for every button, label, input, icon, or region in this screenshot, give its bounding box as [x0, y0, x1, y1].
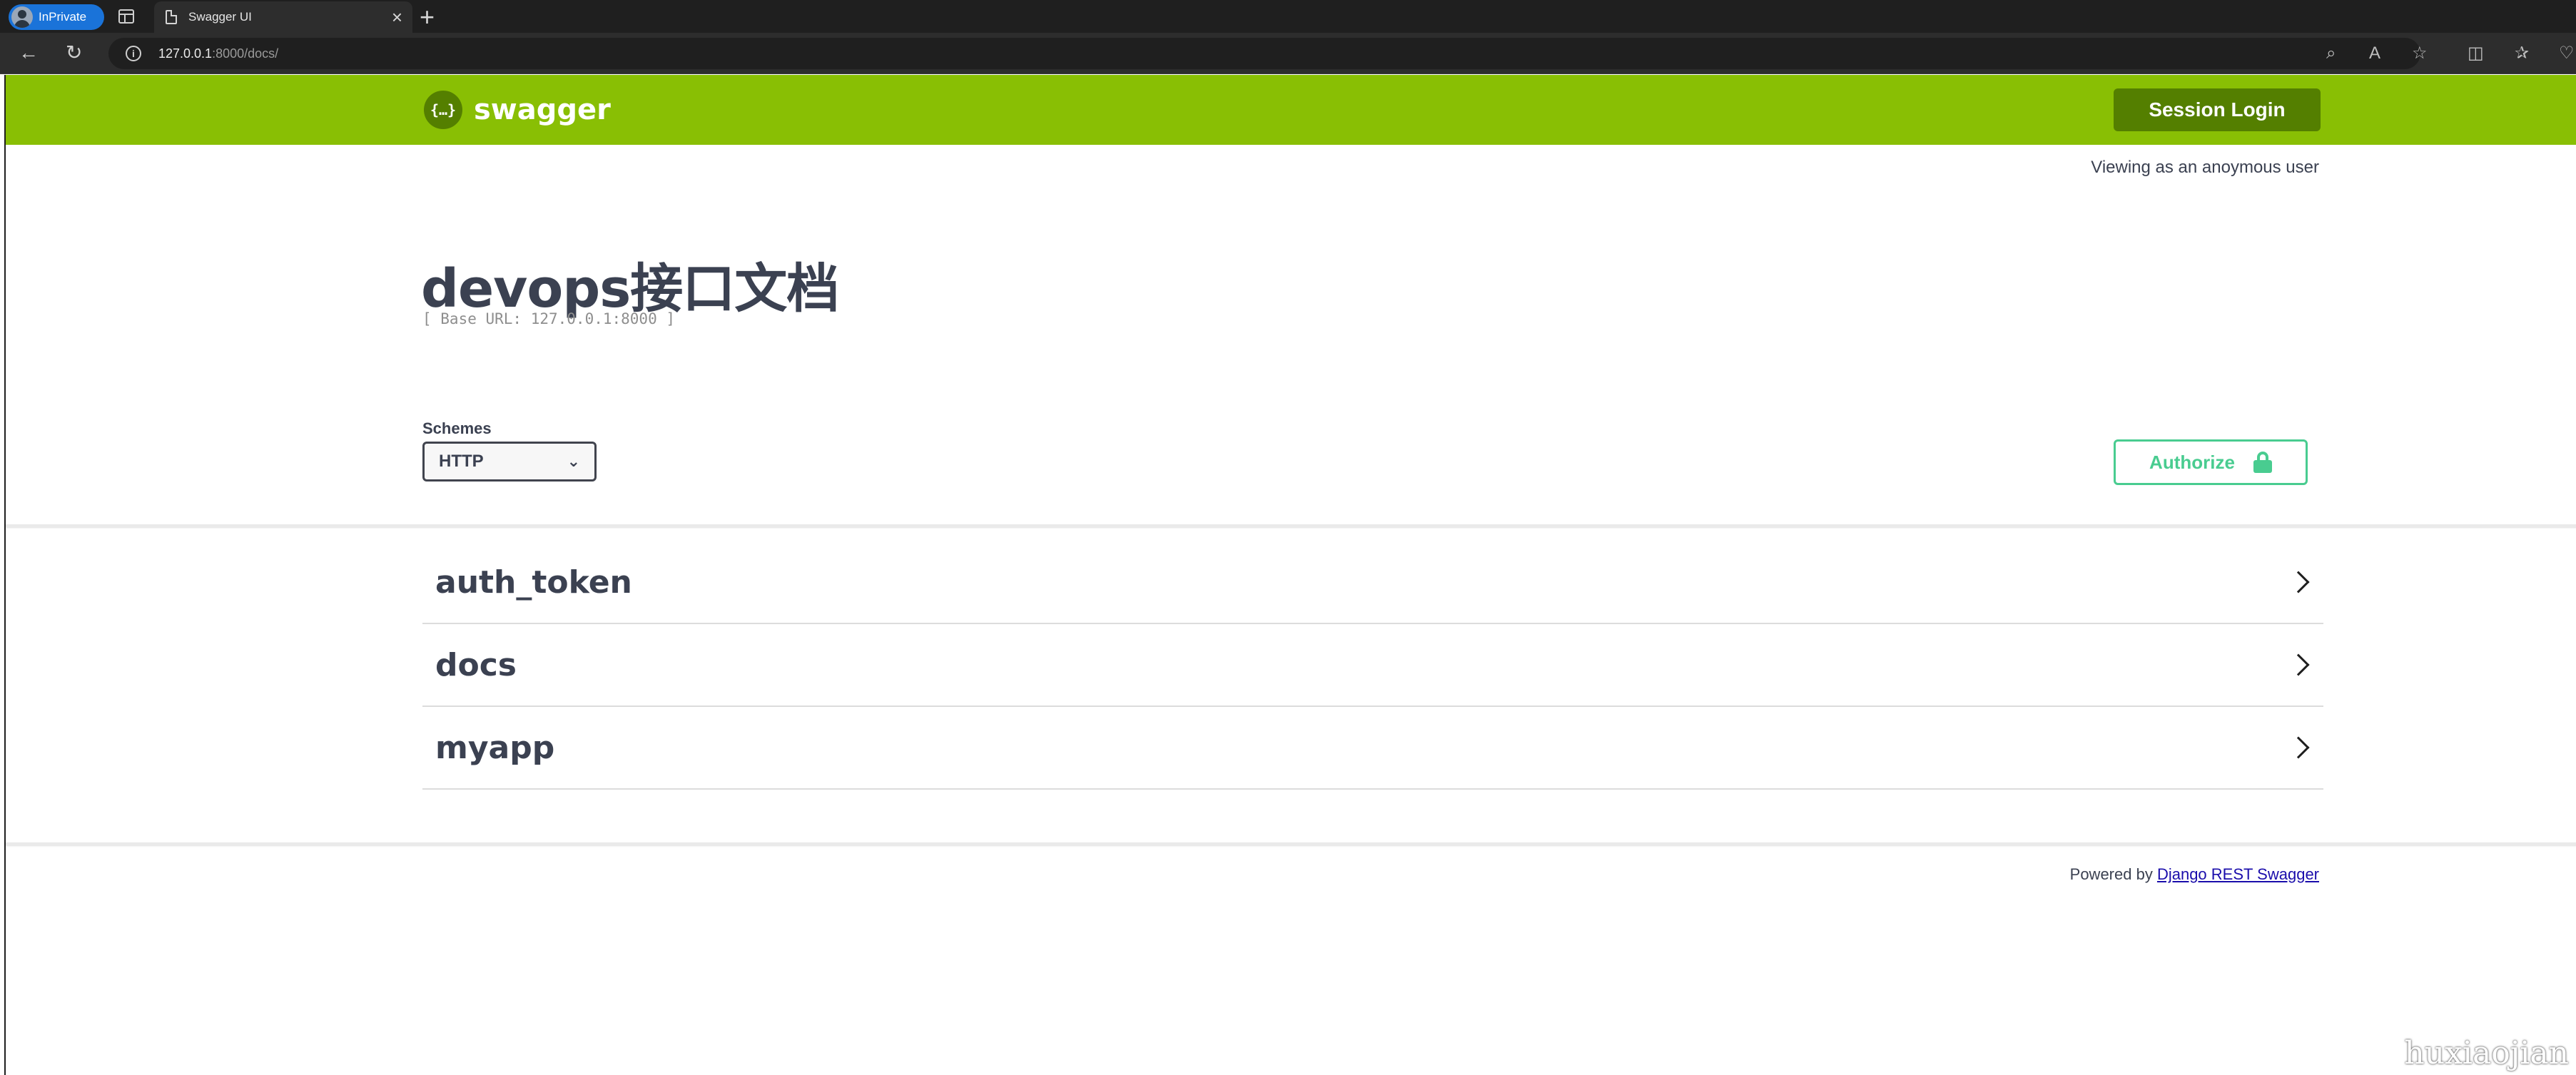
- new-tab-button[interactable]: +: [420, 3, 435, 31]
- close-icon[interactable]: ×: [392, 8, 402, 26]
- unlock-icon: [2253, 452, 2272, 473]
- swagger-page: {…} swagger Session Login Viewing as an …: [4, 75, 2576, 1075]
- authorize-label: Authorize: [2149, 451, 2235, 473]
- divider: [6, 842, 2576, 845]
- powered-by-text: Powered by: [2069, 865, 2153, 883]
- tag-name: myapp: [435, 729, 555, 766]
- django-rest-swagger-link[interactable]: Django REST Swagger: [2157, 865, 2319, 883]
- read-aloud-icon[interactable]: A: [2369, 43, 2380, 64]
- chevron-right-icon[interactable]: [2287, 653, 2310, 676]
- schemes-label: Schemes: [422, 419, 492, 437]
- chevron-right-icon[interactable]: [2287, 571, 2310, 593]
- brand-name: swagger: [474, 93, 611, 126]
- browser-tab-strip: InPrivate Swagger UI × +: [0, 0, 2576, 33]
- tab-title: Swagger UI: [188, 10, 252, 24]
- swagger-topbar: {…} swagger Session Login: [6, 75, 2576, 145]
- reload-icon[interactable]: ↻: [66, 41, 82, 64]
- inprivate-label: InPrivate: [39, 10, 87, 24]
- tag-row-docs[interactable]: docs: [422, 624, 2323, 707]
- user-status-text: Viewing as an anoymous user: [2091, 158, 2319, 177]
- authorize-button[interactable]: Authorize: [2114, 439, 2308, 485]
- zoom-icon[interactable]: ⌕: [2326, 43, 2336, 64]
- favorites-icon[interactable]: ✰: [2515, 43, 2529, 64]
- tag-row-auth-token[interactable]: auth_token: [422, 541, 2323, 624]
- session-login-button[interactable]: Session Login: [2114, 88, 2321, 131]
- chevron-right-icon[interactable]: [2287, 736, 2310, 759]
- favorite-icon[interactable]: ☆: [2412, 43, 2428, 64]
- browser-tab-swagger[interactable]: Swagger UI ×: [154, 1, 412, 33]
- url-text: 127.0.0.1:8000/docs/: [158, 46, 279, 61]
- schemes-select[interactable]: HTTP ⌄: [422, 442, 597, 482]
- tag-row-myapp[interactable]: myapp: [422, 707, 2323, 790]
- base-url: [ Base URL: 127.0.0.1:8000 ]: [422, 310, 676, 327]
- profile-avatar-icon: [11, 6, 33, 28]
- tab-actions-icon[interactable]: [118, 9, 134, 24]
- swagger-logo-icon: {…}: [424, 91, 462, 129]
- divider: [6, 524, 2576, 527]
- back-arrow-icon[interactable]: ←: [19, 41, 39, 64]
- schemes-selected-value: HTTP: [439, 452, 484, 471]
- url-field[interactable]: i 127.0.0.1:8000/docs/: [108, 38, 2420, 69]
- browser-essentials-icon[interactable]: ♡: [2559, 43, 2575, 64]
- tag-name: docs: [435, 646, 517, 683]
- page-icon: [166, 10, 177, 24]
- browser-address-bar: ← ↻ i 127.0.0.1:8000/docs/ ⌕ A ☆ ◫ ✰ ♡: [0, 33, 2576, 74]
- tag-list: auth_token docs myapp: [422, 541, 2323, 790]
- tag-name: auth_token: [435, 564, 632, 601]
- watermark: huxiaojian: [2404, 1035, 2569, 1071]
- site-info-icon[interactable]: i: [126, 46, 141, 61]
- split-screen-icon[interactable]: ◫: [2468, 43, 2484, 64]
- chevron-down-icon: ⌄: [567, 452, 580, 470]
- swagger-brand[interactable]: {…} swagger: [424, 91, 611, 129]
- inprivate-badge[interactable]: InPrivate: [9, 4, 104, 30]
- powered-by-footer: Powered by Django REST Swagger: [2070, 865, 2319, 884]
